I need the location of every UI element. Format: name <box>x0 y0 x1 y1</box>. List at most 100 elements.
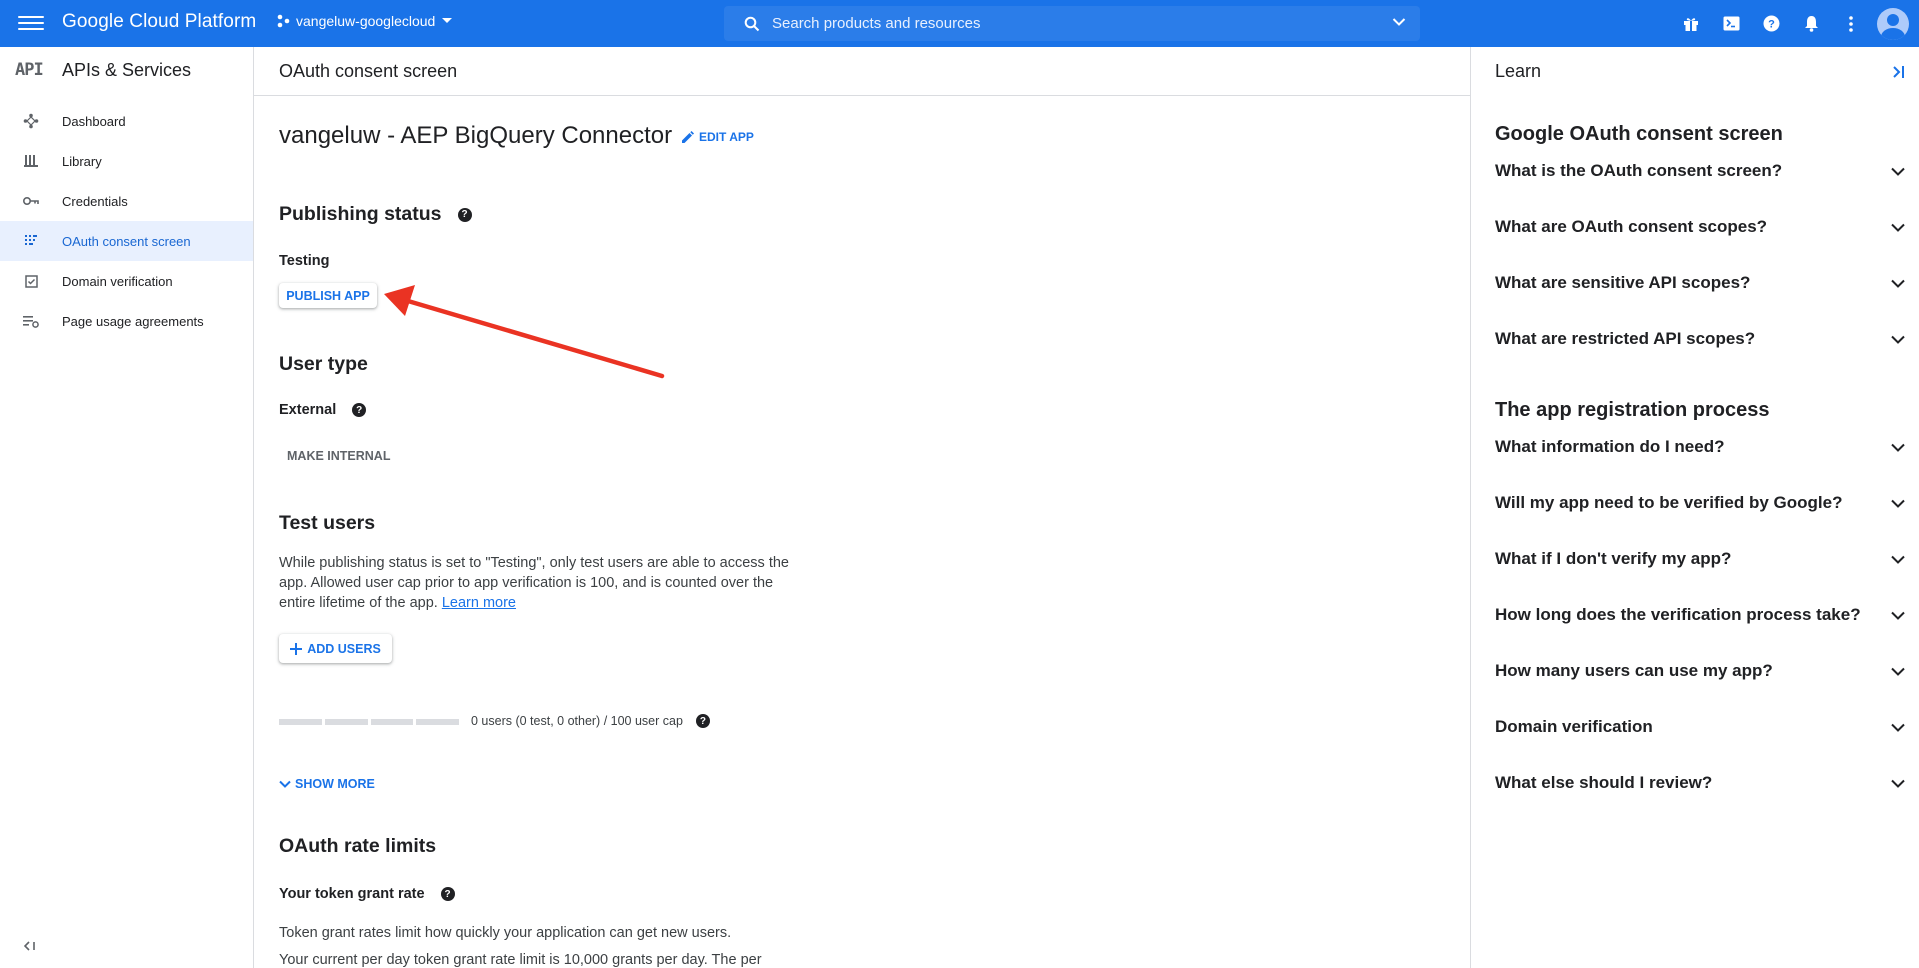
chevron-down-icon <box>1891 167 1905 176</box>
help-icon[interactable]: ? <box>352 403 367 417</box>
publish-app-button[interactable]: PUBLISH APP <box>279 283 377 308</box>
cloud-shell-icon[interactable] <box>1711 4 1751 44</box>
plus-icon <box>290 642 303 655</box>
faq-question: What is the OAuth consent screen? <box>1495 161 1783 180</box>
faq-question: How many users can use my app? <box>1495 661 1773 680</box>
faq-question: Domain verification <box>1495 717 1653 736</box>
faq-item[interactable]: Domain verification <box>1495 717 1905 737</box>
key-icon <box>0 196 62 206</box>
faq-item[interactable]: What is the OAuth consent screen? <box>1495 161 1905 181</box>
test-users-description: While publishing status is set to "Testi… <box>279 553 809 613</box>
nav-header: API APIs & Services <box>0 47 253 93</box>
svg-text:?: ? <box>1768 19 1775 31</box>
sidebar-item-page-usage-agreements[interactable]: Page usage agreements <box>0 301 253 341</box>
sidebar-item-domain-verification[interactable]: Domain verification <box>0 261 253 301</box>
faq-item[interactable]: What are OAuth consent scopes? <box>1495 217 1905 237</box>
collapse-nav-icon[interactable] <box>23 938 36 956</box>
project-selector[interactable]: vangeluw-googlecloud <box>276 13 453 29</box>
rate-limit-text: Token grant rates limit how quickly your… <box>279 925 732 941</box>
account-avatar[interactable] <box>1877 7 1909 40</box>
add-users-button[interactable]: ADD USERS <box>279 634 392 663</box>
add-users-label: ADD USERS <box>307 641 381 656</box>
make-internal-button[interactable]: MAKE INTERNAL <box>287 449 390 463</box>
faq-question: What are restricted API scopes? <box>1495 329 1756 348</box>
checkbox-icon <box>0 274 62 288</box>
project-hub-icon <box>277 14 290 28</box>
learn-section-title: The app registration process <box>1495 399 1770 421</box>
more-vert-icon[interactable] <box>1831 4 1871 44</box>
publishing-status-heading: Publishing status ? <box>279 203 472 226</box>
sidebar-item-label: Credentials <box>62 193 128 209</box>
api-logo-icon: API <box>15 60 44 80</box>
faq-question: What are sensitive API scopes? <box>1495 273 1751 292</box>
sidebar-item-credentials[interactable]: Credentials <box>0 181 253 221</box>
learn-more-link[interactable]: Learn more <box>442 595 516 611</box>
faq-question: What are OAuth consent scopes? <box>1495 217 1768 236</box>
show-more-label: SHOW MORE <box>295 777 375 791</box>
token-grant-rate-title: Your token grant rate <box>279 886 425 902</box>
sidebar-item-oauth-consent-screen[interactable]: OAuth consent screen <box>0 221 253 261</box>
sidebar-item-label: Library <box>62 153 102 169</box>
chevron-down-icon <box>1891 667 1905 676</box>
faq-item[interactable]: How many users can use my app? <box>1495 661 1905 681</box>
gift-icon[interactable] <box>1671 4 1711 44</box>
help-icon[interactable]: ? <box>695 714 710 728</box>
publishing-status-value: Testing <box>279 253 330 269</box>
user-type-row: External ? <box>279 402 367 418</box>
close-panel-icon[interactable] <box>1891 63 1905 84</box>
faq-item[interactable]: What if I don't verify my app? <box>1495 549 1905 569</box>
chevron-down-icon <box>1891 279 1905 288</box>
page-title: OAuth consent screen <box>254 47 1470 96</box>
faq-item[interactable]: What information do I need? <box>1495 437 1905 457</box>
main-content: OAuth consent screen vangeluw - AEP BigQ… <box>254 47 1470 968</box>
project-name: vangeluw-googlecloud <box>296 13 436 29</box>
top-app-bar: Google Cloud Platform vangeluw-googleclo… <box>0 0 1919 47</box>
test-users-text: While publishing status is set to "Testi… <box>279 555 789 611</box>
help-icon[interactable]: ? <box>457 207 472 222</box>
token-grant-rate-row: Your token grant rate ? <box>279 886 455 902</box>
sidebar-item-library[interactable]: Library <box>0 141 253 181</box>
help-icon[interactable]: ? <box>440 887 455 901</box>
topbar-actions: ? <box>1671 0 1919 47</box>
faq-question: What information do I need? <box>1495 437 1725 456</box>
oauth-rate-limits-heading: OAuth rate limits <box>279 835 437 857</box>
chevron-down-icon[interactable] <box>1392 17 1406 27</box>
notifications-bell-icon[interactable] <box>1791 4 1831 44</box>
chevron-down-icon <box>1891 723 1905 732</box>
user-type-value: External <box>279 402 337 418</box>
brand-title[interactable]: Google Cloud Platform <box>62 11 256 33</box>
faq-question: Will my app need to be verified by Googl… <box>1495 493 1843 512</box>
faq-question: What else should I review? <box>1495 773 1713 792</box>
show-more-button[interactable]: SHOW MORE <box>279 777 375 791</box>
sidebar-item-dashboard[interactable]: Dashboard <box>0 101 253 141</box>
chevron-down-icon <box>1891 443 1905 452</box>
edit-app-label: EDIT APP <box>699 130 754 144</box>
learn-section-title: Google OAuth consent screen <box>1495 123 1783 145</box>
sidebar-item-label: Dashboard <box>62 113 126 129</box>
faq-item[interactable]: What are sensitive API scopes? <box>1495 273 1905 293</box>
faq-item[interactable]: How long does the verification process t… <box>1495 605 1905 625</box>
search-bar[interactable] <box>724 6 1420 41</box>
edit-app-button[interactable]: EDIT APP <box>681 130 754 144</box>
chevron-down-icon <box>1891 611 1905 620</box>
user-cap-text: 0 users (0 test, 0 other) / 100 user cap <box>471 714 683 728</box>
settings-list-icon <box>0 315 62 328</box>
sidebar-item-label: Domain verification <box>62 273 173 289</box>
pencil-icon <box>682 130 694 143</box>
faq-item[interactable]: What are restricted API scopes? <box>1495 329 1905 349</box>
test-users-heading: Test users <box>279 512 376 534</box>
nav-title: APIs & Services <box>62 59 192 80</box>
faq-item[interactable]: Will my app need to be verified by Googl… <box>1495 493 1905 513</box>
sidebar-item-label: OAuth consent screen <box>62 233 191 249</box>
consent-icon <box>0 234 62 248</box>
hamburger-menu-icon[interactable] <box>18 12 44 36</box>
publishing-status-title: Publishing status <box>279 203 442 225</box>
faq-question: What if I don't verify my app? <box>1495 549 1732 568</box>
rate-limit-text-2: Your current per day token grant rate li… <box>279 952 762 968</box>
chevron-down-icon <box>1891 223 1905 232</box>
faq-question: How long does the verification process t… <box>1495 605 1861 624</box>
chevron-down-icon <box>1891 779 1905 788</box>
search-input[interactable] <box>772 15 1372 32</box>
faq-item[interactable]: What else should I review? <box>1495 773 1905 793</box>
help-icon[interactable]: ? <box>1751 4 1791 44</box>
